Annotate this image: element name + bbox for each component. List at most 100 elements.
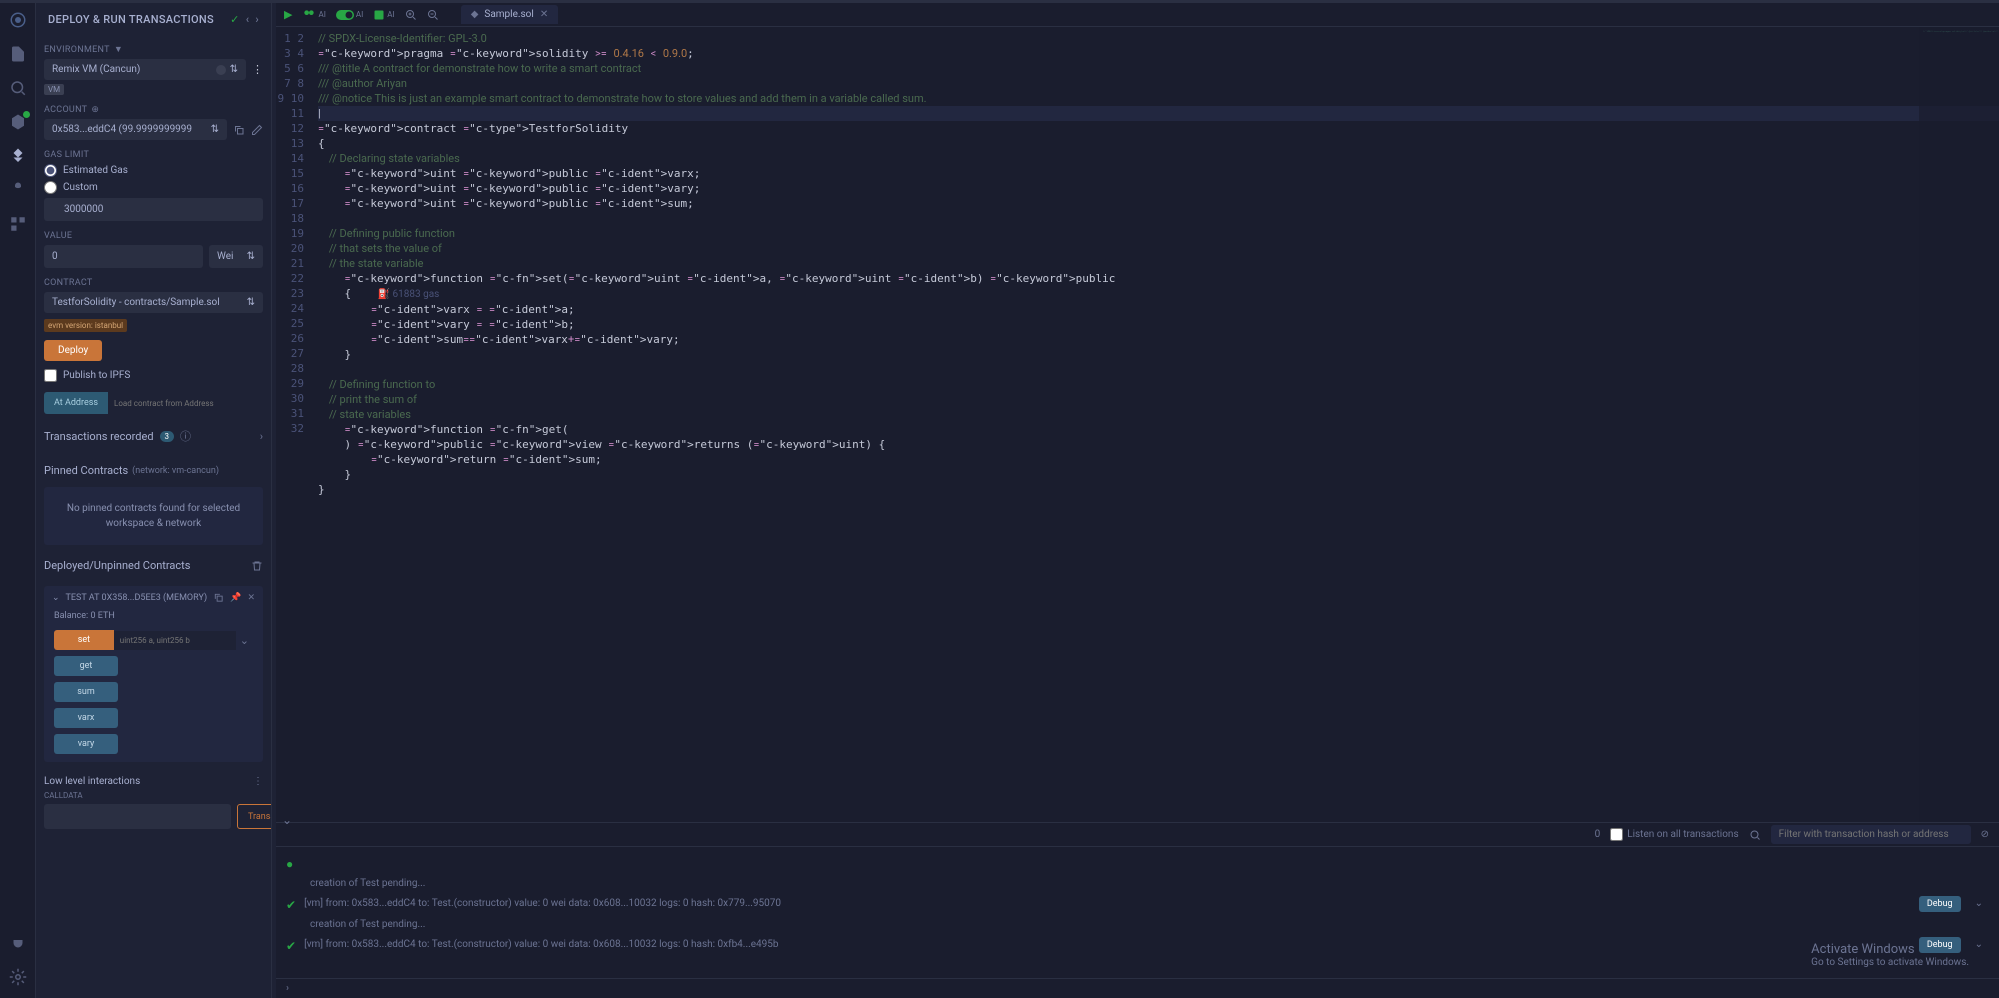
fn-varx-button[interactable]: varx [54,708,118,728]
instance-name: TEST AT 0X358...D5EE3 (MEMORY) [66,593,208,603]
fn-vary-button[interactable]: vary [54,734,118,754]
panel-title: DEPLOY & RUN TRANSACTIONS ✓ ‹ › [44,3,263,34]
log-line: [vm] from: 0x583...eddC4 to: Test.(const… [304,937,1911,953]
terminal-area: ⌄ 0 Listen on all transactions ⊘ ● creat… [276,822,1999,998]
transactions-recorded-row[interactable]: Transactions recorded 3 ⓘ › [44,414,263,450]
checkmark-icon: ✔ [286,897,296,913]
value-amount-input[interactable] [44,245,203,268]
transact-button[interactable]: Transact [237,804,272,829]
chevron-down-icon[interactable]: ⌄ [1969,896,1989,912]
zoom-out-icon[interactable] [427,9,439,21]
publish-ipfs-checkbox[interactable]: Publish to IPFS [44,369,263,382]
plugin-manager-icon[interactable] [9,215,27,233]
value-unit-select[interactable]: Wei⇅ [209,245,263,268]
play-icon[interactable]: ▶ [284,8,292,21]
gas-limit-label: GAS LIMIT [44,150,263,160]
log-line: creation of Test pending... [310,917,1989,933]
deployed-contracts-header: Deployed/Unpinned Contracts [44,545,263,578]
compiler-icon[interactable] [9,113,27,131]
deploy-run-panel: DEPLOY & RUN TRANSACTIONS ✓ ‹ › ENVIRONM… [36,3,272,998]
chevron-left-icon[interactable]: ‹ [246,13,250,26]
plus-icon[interactable]: ⊕ [91,105,99,115]
chevron-right-icon[interactable]: › [255,13,259,26]
at-address-button[interactable]: At Address [44,392,108,414]
terminal-prompt-icon[interactable]: › [286,983,289,994]
fn-get-button[interactable]: get [54,656,118,676]
edit-icon[interactable] [251,124,263,136]
collapse-terminal-icon[interactable]: ⌄ [282,813,292,827]
fn-set-input[interactable] [114,631,236,650]
calldata-label: CALLDATA [44,791,263,800]
gas-estimated-radio[interactable]: Estimated Gas [44,164,263,177]
code-editor[interactable]: // SPDX-License-Identifier: GPL-3.0 ="c-… [312,27,1999,822]
more-icon[interactable]: ⋮ [252,63,263,76]
more-icon[interactable]: ⋮ [253,776,263,787]
no-pinned-message: No pinned contracts found for selected w… [44,487,263,545]
at-address-input[interactable] [108,392,263,414]
editor-toolbar: ▶ AI AI AI ◆ Sample.sol ✕ [276,3,1999,27]
log-line: creation of Test pending... [310,876,1989,892]
plug-icon[interactable] [9,934,27,952]
zoom-in-icon[interactable] [405,9,417,21]
listen-checkbox[interactable]: Listen on all transactions [1610,828,1738,841]
remix-logo-icon[interactable] [9,11,27,29]
environment-label: ENVIRONMENT ▼ [44,44,263,55]
editor-area: ▶ AI AI AI ◆ Sample.sol ✕ 1 2 3 4 5 6 7 … [276,3,1999,998]
value-label: VALUE [44,231,263,241]
chevron-down-icon[interactable]: ⌄ [1969,937,1989,953]
tab-label: Sample.sol [484,9,533,20]
solidity-file-icon: ◆ [471,9,479,20]
copy-icon[interactable] [213,592,224,603]
fn-set-button[interactable]: set [54,630,114,650]
tx-count-badge: 3 [160,431,175,442]
line-gutter: 1 2 3 4 5 6 7 8 9 10 11 12 13 14 15 16 1… [276,27,312,822]
tx-count-zero: 0 [1595,829,1601,840]
settings-icon[interactable] [9,968,27,986]
log-line: [vm] from: 0x583...eddC4 to: Test.(const… [304,896,1911,912]
minimap[interactable]: // SPDX-License\npragma solidity\n/// @t… [1919,27,1999,822]
chevron-right-icon: › [260,430,263,443]
info-icon[interactable]: ⓘ [180,428,191,444]
trash-icon[interactable] [251,560,263,572]
pinned-contracts-header: Pinned Contracts (network: vm-cancun) [44,450,263,479]
environment-select[interactable]: Remix VM (Cancun) ⇅ [44,59,246,80]
fn-sum-button[interactable]: sum [54,682,118,702]
status-bar: › [276,978,1999,998]
debugger-icon[interactable] [9,181,27,199]
ai-save-icon[interactable]: AI [373,9,394,21]
chevron-down-icon[interactable]: ⌄ [236,634,253,647]
chevron-down-icon[interactable]: ✓ [230,13,240,26]
terminal-header: 0 Listen on all transactions ⊘ [276,823,1999,847]
clear-icon[interactable]: ⊘ [1981,829,1989,840]
terminal-search-input[interactable] [1771,825,1971,844]
ai-people-icon[interactable]: AI [302,8,325,22]
copy-icon[interactable] [233,124,245,136]
search-icon[interactable] [9,79,27,97]
chevron-down-icon[interactable]: ⌄ [52,593,60,603]
contract-instance: ⌄ TEST AT 0X358...D5EE3 (MEMORY) 📌 ✕ Bal… [44,586,263,762]
account-select[interactable]: 0x583...eddC4 (99.9999999999⇅ [44,119,227,140]
deploy-run-icon[interactable] [9,147,27,165]
vm-badge: VM [44,84,64,95]
deploy-button[interactable]: Deploy [44,340,102,361]
icon-sidebar [0,3,36,998]
low-level-label: Low level interactions⋮ [44,776,263,787]
calldata-input[interactable] [44,804,231,829]
pin-icon[interactable]: 📌 [230,593,241,603]
close-icon[interactable]: ✕ [540,9,548,20]
contract-label: CONTRACT [44,278,263,288]
file-tab[interactable]: ◆ Sample.sol ✕ [461,5,559,24]
terminal-body[interactable]: ● creation of Test pending... ✔ [vm] fro… [276,847,1999,978]
activate-windows-watermark: Activate Windows Go to Settings to activ… [1811,942,1969,968]
account-label: ACCOUNT ⊕ [44,105,263,115]
close-icon[interactable]: ✕ [247,593,255,603]
file-explorer-icon[interactable] [9,45,27,63]
gas-custom-radio[interactable]: Custom [44,181,263,194]
debug-button[interactable]: Debug [1919,896,1961,912]
contract-select[interactable]: TestforSolidity - contracts/Sample.sol⇅ [44,292,263,313]
evm-version-warning: evm version: istanbul [44,319,127,332]
checkmark-icon: ✔ [286,938,296,954]
gas-limit-input[interactable] [44,198,263,221]
search-icon[interactable] [1749,829,1761,841]
ai-toggle-icon[interactable]: AI [336,10,363,20]
